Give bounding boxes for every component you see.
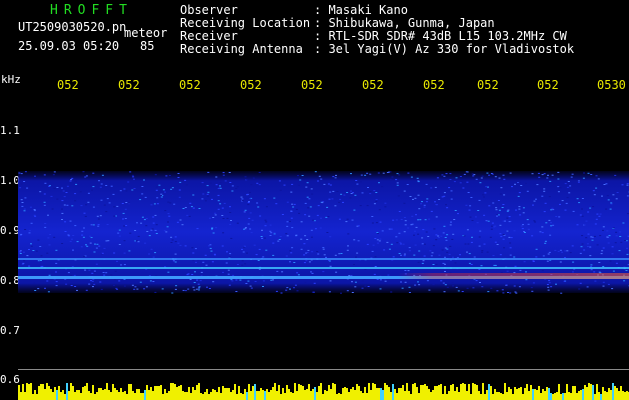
activity-bars bbox=[18, 383, 629, 400]
time-tick: 052 bbox=[118, 78, 140, 92]
time-tick: 052 bbox=[537, 78, 559, 92]
info-value: : Shibukawa, Gunma, Japan bbox=[314, 16, 495, 30]
info-row-antenna: Receiving Antenna : 3el Yagi(V) Az 330 fo… bbox=[180, 42, 575, 56]
time-tick: 052 bbox=[179, 78, 201, 92]
info-value: : 3el Yagi(V) Az 330 for Vladivostok bbox=[314, 42, 575, 56]
info-row-receiver: Receiver : RTL-SDR SDR# 43dB L15 103.2MHz… bbox=[180, 29, 567, 43]
time-tick: 052 bbox=[477, 78, 499, 92]
file-name: UT2509030520.pn bbox=[18, 20, 127, 34]
signal-line bbox=[18, 267, 629, 269]
info-label: Observer bbox=[180, 3, 238, 17]
info-label: Receiving Antenna bbox=[180, 42, 303, 56]
info-label: Receiver bbox=[180, 29, 238, 43]
y-tick: 0.8 bbox=[0, 274, 20, 287]
capture-datetime: 25.09.03 05:20 bbox=[18, 39, 120, 53]
time-tick: 052 bbox=[423, 78, 445, 92]
info-value: : RTL-SDR SDR# 43dB L15 103.2MHz CW bbox=[314, 29, 567, 43]
app-title: HROFFT bbox=[50, 3, 133, 18]
meteor-count: 85 bbox=[140, 39, 155, 53]
time-tick: 052 bbox=[362, 78, 384, 92]
signal-line bbox=[18, 258, 629, 260]
time-tick: 052 bbox=[301, 78, 323, 92]
file-info-panel: HROFFT UT2509030520.pn meteor 25.09.03 0… bbox=[0, 0, 175, 60]
signal-hot-region bbox=[398, 273, 629, 279]
time-tick: 052 bbox=[240, 78, 262, 92]
baseline-line bbox=[18, 369, 629, 370]
info-value: : Masaki Kano bbox=[314, 3, 408, 17]
spectrogram bbox=[18, 171, 629, 400]
y-tick: 1.0 bbox=[0, 174, 20, 187]
y-tick: 0.9 bbox=[0, 224, 20, 237]
y-axis-unit: kHz bbox=[1, 73, 21, 86]
time-tick: 052 bbox=[57, 78, 79, 92]
info-row-location: Receiving Location: Shibukawa, Gunma, Ja… bbox=[180, 16, 495, 30]
info-row-observer: Observer : Masaki Kano bbox=[180, 3, 408, 17]
y-tick: 1.1 bbox=[0, 124, 20, 137]
info-label: Receiving Location bbox=[180, 16, 311, 30]
y-tick: 0.7 bbox=[0, 324, 20, 337]
y-tick: 0.6 bbox=[0, 373, 20, 386]
meteor-label: meteor bbox=[124, 26, 168, 40]
time-tick: 0530 bbox=[597, 78, 626, 92]
